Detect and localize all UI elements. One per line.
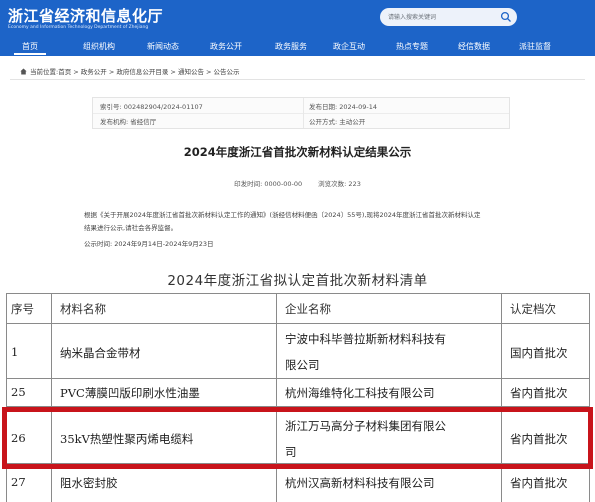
row-level: 省内首批次 [510, 476, 568, 490]
breadcrumb-prefix: 当前位置: [30, 68, 59, 76]
row-level: 国内首批次 [510, 346, 568, 360]
body-paragraph-line: 根据《关于开展2024年度浙江省首批次新材料认定工作的通知》(浙经信材料便函〔2… [84, 211, 481, 219]
row-no: 27 [11, 475, 26, 489]
nav-organization[interactable]: 组织机构 [70, 38, 128, 56]
column-header: 序号 [11, 302, 34, 316]
divider [10, 79, 585, 80]
row-company-cont: 限公司 [285, 358, 320, 372]
row-material: PVC薄膜凹版印刷水性油墨 [60, 386, 200, 400]
search-input[interactable] [388, 8, 498, 26]
table-rule [6, 323, 590, 324]
meta-index-no: 索引号: 002482904/2024-01107 [100, 103, 203, 111]
table-rule [501, 293, 502, 502]
table-rule [6, 293, 7, 502]
column-header: 材料名称 [60, 302, 106, 316]
publicity-period: 公示时间: 2024年9月14日-2024年9月23日 [84, 240, 214, 248]
nav-supervision[interactable]: 派驻监督 [506, 38, 564, 56]
nav-gov-info[interactable]: 政务公开 [197, 38, 255, 56]
print-time: 印发时间: 0000-00-00 [234, 180, 303, 188]
nav-gov-service[interactable]: 政务服务 [262, 38, 320, 56]
site-title[interactable]: 浙江省经济和信息化厅 [8, 5, 163, 26]
highlight-box [2, 407, 593, 469]
list-title: 2024年度浙江省拟认定首批次新材料清单 [167, 273, 428, 289]
row-material: 纳米晶合金带材 [60, 346, 141, 360]
view-count: 浏览次数: 223 [318, 180, 361, 188]
nav-data[interactable]: 经信数据 [445, 38, 503, 56]
column-header: 认定档次 [510, 302, 556, 316]
nav-interaction[interactable]: 政企互动 [320, 38, 378, 56]
search-box[interactable] [380, 8, 517, 26]
row-company: 宁波中科毕普拉斯新材料科技有 [285, 332, 446, 346]
nav-news[interactable]: 新闻动态 [134, 38, 192, 56]
search-icon[interactable] [500, 11, 512, 23]
column-header: 企业名称 [285, 302, 331, 316]
site-subtitle: Economy and Information Technology Depar… [8, 25, 149, 30]
row-company: 杭州汉高新材料科技有限公司 [285, 476, 435, 490]
meta-publisher: 发布机构: 省经信厅 [100, 118, 157, 126]
main-nav: 首页 组织机构 新闻动态 政务公开 政务服务 政企互动 热点专题 经信数据 派驻… [0, 38, 595, 56]
document-meta: 索引号: 002482904/2024-01107 发布日期: 2024-09-… [92, 97, 510, 129]
row-level: 省内首批次 [510, 386, 568, 400]
nav-home[interactable]: 首页 [8, 38, 52, 56]
row-material: 阻水密封胶 [60, 476, 118, 490]
table-rule [276, 293, 277, 502]
table-rule [6, 293, 590, 294]
print-info: 印发时间: 0000-00-00 浏览次数: 223 [0, 178, 595, 188]
meta-disclosure: 公开方式: 主动公开 [309, 118, 366, 126]
row-no: 1 [11, 345, 19, 359]
body-paragraph-line: 结果进行公示,请社会各界监督。 [84, 224, 178, 232]
meta-divider [303, 98, 304, 128]
table-rule [51, 293, 52, 502]
meta-publish-date: 发布日期: 2024-09-14 [309, 103, 378, 111]
breadcrumb: 当前位置:首页 > 政务公开 > 政府信息公开目录 > 通知公告 > 公告公示 [20, 66, 240, 76]
row-company: 杭州海维特化工科技有限公司 [285, 386, 435, 400]
breadcrumb-path[interactable]: 首页 > 政务公开 > 政府信息公开目录 > 通知公告 > 公告公示 [58, 68, 239, 76]
table-rule [589, 293, 590, 502]
nav-topics[interactable]: 热点专题 [383, 38, 441, 56]
table-rule [6, 378, 590, 379]
site-header: 浙江省经济和信息化厅 Economy and Information Techn… [0, 0, 595, 38]
row-no: 25 [11, 385, 26, 399]
document-title: 2024年度浙江省首批次新材料认定结果公示 [183, 145, 412, 159]
home-icon [20, 68, 27, 75]
meta-divider [93, 113, 509, 114]
